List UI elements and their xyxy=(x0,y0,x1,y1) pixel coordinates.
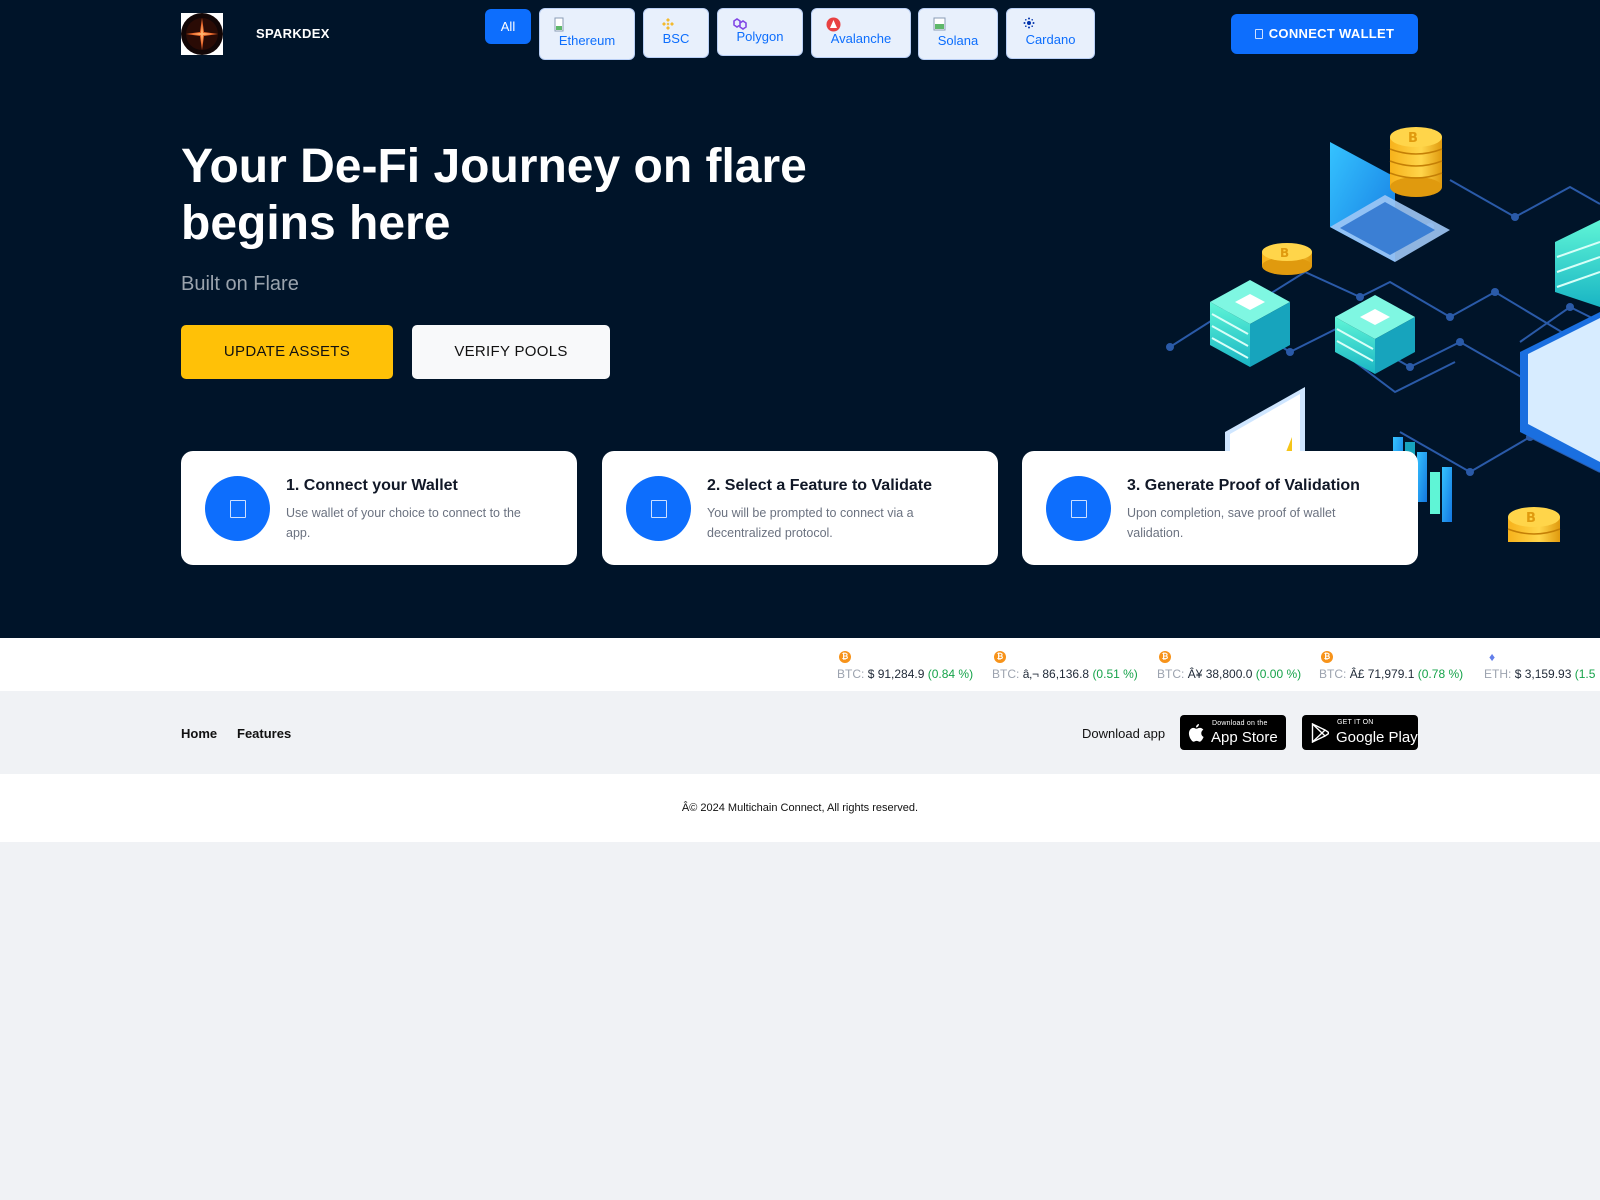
bitcoin-icon: ₿ xyxy=(1159,651,1171,663)
step-card-generate-proof: 3. Generate Proof of Validation Upon com… xyxy=(1022,451,1418,565)
ethereum-broken-image-icon xyxy=(554,17,568,32)
ticker-change: (0.84 %) xyxy=(927,667,974,681)
solana-broken-image-icon xyxy=(933,17,947,31)
chain-label: Avalanche xyxy=(830,31,892,46)
hero-title: Your De-Fi Journey on flare begins here xyxy=(181,138,881,252)
ticker-symbol: BTC: xyxy=(1319,667,1347,681)
chain-label: Polygon xyxy=(736,29,784,44)
app-store-big-label: App Store xyxy=(1211,729,1278,746)
step-card-connect: 1. Connect your Wallet Use wallet of you… xyxy=(181,451,577,565)
download-app-label: Download app xyxy=(1082,726,1166,741)
hero-section: Your De-Fi Journey on flare begins here … xyxy=(0,72,1600,638)
chain-filter-cardano[interactable]: Cardano xyxy=(1006,8,1095,59)
verify-pools-button[interactable]: VERIFY POOLS xyxy=(412,325,610,379)
chain-label: Ethereum xyxy=(558,33,616,48)
svg-text:B: B xyxy=(1526,511,1536,526)
chain-label: BSC xyxy=(662,31,690,46)
cardano-icon xyxy=(1023,17,1037,31)
ticker-change: (1.5 xyxy=(1574,667,1596,681)
chain-filter-polygon[interactable]: Polygon xyxy=(717,8,803,56)
price-ticker: ₿ BTC: $ 91,284.9 (0.84 %) ₿ BTC: â‚¬ 86… xyxy=(0,638,1600,691)
copyright-band: Â© 2024 Multichain Connect, All rights r… xyxy=(0,774,1600,842)
step-icon-circle xyxy=(205,476,270,541)
chain-filter-solana[interactable]: Solana xyxy=(918,8,998,60)
chain-label: Cardano xyxy=(1025,32,1076,47)
wallet-icon xyxy=(230,500,246,518)
top-navbar: SPARKDEX All Ethereum BSC Polygon Avalan… xyxy=(0,0,1600,72)
ticker-change: (0.78 %) xyxy=(1417,667,1464,681)
chain-filter-avalanche[interactable]: Avalanche xyxy=(811,8,911,58)
wallet-icon xyxy=(1254,29,1263,39)
ticker-price: $ 91,284.9 xyxy=(867,667,925,681)
google-play-big-label: Google Play xyxy=(1336,729,1418,746)
apple-icon xyxy=(1188,724,1204,742)
ticker-symbol: BTC: xyxy=(1157,667,1185,681)
step-title: 2. Select a Feature to Validate xyxy=(707,477,932,494)
chain-label: Solana xyxy=(937,33,979,48)
chain-filter-ethereum[interactable]: Ethereum xyxy=(539,8,635,60)
bitcoin-icon: ₿ xyxy=(1321,651,1333,663)
brand-name: SPARKDEX xyxy=(256,26,330,41)
ethereum-icon: ♦ xyxy=(1488,650,1496,664)
footer-nav: Home Features Download app Download on t… xyxy=(0,691,1600,774)
bnb-icon xyxy=(661,17,675,31)
ticker-symbol: BTC: xyxy=(837,667,865,681)
connect-wallet-button[interactable]: CONNECT WALLET xyxy=(1231,14,1418,54)
footer-link-home[interactable]: Home xyxy=(181,726,217,741)
step-icon-circle xyxy=(1046,476,1111,541)
ticker-change: (0.51 %) xyxy=(1092,667,1138,681)
google-play-icon xyxy=(1311,723,1329,743)
bitcoin-icon: ₿ xyxy=(839,651,851,663)
sparkdex-logo[interactable] xyxy=(181,13,223,55)
step-title: 1. Connect your Wallet xyxy=(286,477,458,494)
google-play-small-label: GET IT ON xyxy=(1337,719,1374,726)
connect-wallet-label: CONNECT WALLET xyxy=(1268,26,1395,41)
svg-text:B: B xyxy=(1408,131,1418,146)
svg-text:B: B xyxy=(1280,246,1289,260)
step-icon-circle xyxy=(626,476,691,541)
ticker-price: Â£ 71,979.1 xyxy=(1349,667,1415,681)
update-assets-button[interactable]: UPDATE ASSETS xyxy=(181,325,393,379)
ticker-price: Â¥ 38,800.0 xyxy=(1187,667,1253,681)
hero-title-line1: Your De-Fi Journey on flare xyxy=(181,140,807,193)
chain-filter-all[interactable]: All xyxy=(485,9,531,44)
app-store-badge[interactable]: Download on the App Store xyxy=(1180,715,1286,750)
step-description: Use wallet of your choice to connect to … xyxy=(286,506,521,540)
chain-filter-bsc[interactable]: BSC xyxy=(643,8,709,58)
hero-subtitle: Built on Flare xyxy=(181,273,299,295)
ticker-symbol: ETH: xyxy=(1484,667,1512,681)
feature-icon xyxy=(651,500,667,518)
copyright-text: Â© 2024 Multichain Connect, All rights r… xyxy=(681,802,919,814)
avalanche-icon xyxy=(826,17,841,32)
ticker-change: (0.00 %) xyxy=(1255,667,1302,681)
proof-icon xyxy=(1071,500,1087,518)
step-title: 3. Generate Proof of Validation xyxy=(1127,477,1360,494)
ticker-symbol: BTC: xyxy=(992,667,1020,681)
hero-title-line2: begins here xyxy=(181,197,451,250)
step-description: Upon completion, save proof of wallet va… xyxy=(1127,506,1336,540)
bitcoin-icon: ₿ xyxy=(994,651,1006,663)
google-play-badge[interactable]: GET IT ON Google Play xyxy=(1302,715,1418,750)
footer-link-features[interactable]: Features xyxy=(237,726,291,741)
step-description: You will be prompted to connect via a de… xyxy=(707,506,914,540)
app-store-small-label: Download on the xyxy=(1212,720,1268,727)
ticker-price: $ 3,159.93 xyxy=(1514,667,1572,681)
step-card-select-feature: 2. Select a Feature to Validate You will… xyxy=(602,451,998,565)
ticker-price: â‚¬ 86,136.8 xyxy=(1022,667,1090,681)
